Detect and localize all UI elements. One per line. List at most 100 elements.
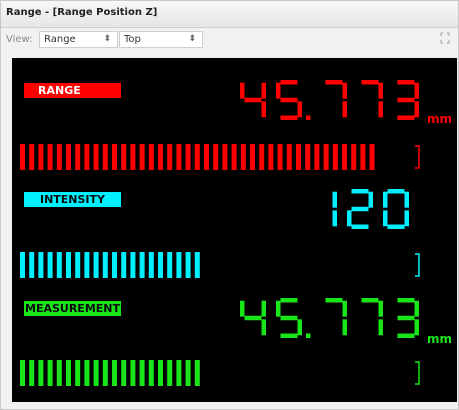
segment [414, 300, 419, 317]
bar-segment [121, 252, 127, 278]
bar-segment [240, 144, 246, 170]
bar-segment [167, 252, 173, 278]
intensity-bar [20, 252, 420, 278]
segment [361, 80, 379, 85]
segment [378, 319, 383, 336]
segment [397, 80, 415, 85]
bar-segment [38, 144, 44, 170]
segment [332, 191, 337, 208]
segment [325, 298, 343, 303]
segment [240, 82, 245, 99]
bar-segment [296, 144, 301, 170]
position-select-value: Top [124, 34, 141, 45]
bar-segment [102, 252, 108, 278]
bar-segment [139, 360, 145, 386]
bar-segment [102, 144, 108, 170]
bar-segment [194, 360, 200, 386]
bar-segment [29, 144, 35, 170]
readout-display: RANGE INTENSITY MEASUREMENT mm mm [12, 58, 457, 402]
bar-segment [185, 252, 191, 278]
bar-segment [130, 144, 136, 170]
window-title: Range - [Range Position Z] [6, 7, 158, 18]
maximize-icon[interactable] [440, 32, 450, 44]
bar-segment [84, 252, 90, 278]
bar-segment [130, 252, 136, 278]
range-bar [20, 144, 420, 170]
bar-segment [56, 252, 62, 278]
segment [332, 210, 337, 227]
segment [404, 210, 409, 227]
bar-segment [38, 252, 44, 278]
bar-segment [268, 144, 274, 170]
bar-segment [20, 252, 25, 278]
segment [280, 97, 298, 103]
segment [280, 115, 298, 120]
segment [397, 315, 415, 321]
bar-segment [185, 144, 191, 170]
measurement-bar [20, 360, 420, 386]
bar-segment [259, 144, 265, 170]
segment [261, 319, 266, 336]
bar-segment [369, 144, 375, 170]
toolbar: View: Range ⬍ Top ⬍ [1, 28, 458, 52]
segment [276, 82, 281, 99]
segment [397, 115, 415, 120]
segment [261, 101, 266, 118]
segment [351, 189, 369, 194]
bar-segment [66, 252, 71, 278]
range-window: Range - [Range Position Z] View: Range ⬍… [0, 0, 459, 410]
bar-segment [323, 144, 329, 170]
bar-segment [47, 360, 53, 386]
bar-segment [222, 144, 228, 170]
bar-segment [148, 144, 154, 170]
bar-segment [20, 144, 25, 170]
bar-segment [47, 252, 53, 278]
segment [414, 101, 419, 118]
intensity-value [332, 189, 409, 229]
segment [378, 101, 383, 118]
segment [280, 333, 298, 338]
bar-segment [121, 144, 127, 170]
bar-segment [158, 144, 163, 170]
bar-end-bracket [415, 145, 420, 169]
segment [414, 82, 419, 99]
bar-segment [148, 252, 154, 278]
segment [361, 298, 379, 303]
segment [397, 333, 415, 338]
measurement-value [240, 298, 419, 338]
bar-segment [286, 144, 292, 170]
bar-segment [176, 144, 182, 170]
bar-segment [167, 144, 173, 170]
bar-segment [66, 360, 71, 386]
bar-segment [47, 144, 53, 170]
segment [342, 300, 347, 317]
range-unit: mm [427, 112, 453, 126]
bar-segment [204, 144, 209, 170]
bar-segment [66, 144, 71, 170]
bar-segment [20, 360, 25, 386]
bar-segment [112, 252, 117, 278]
segment [404, 191, 409, 208]
segment [351, 206, 369, 212]
position-select[interactable]: Top ⬍ [119, 31, 203, 48]
segment [378, 82, 383, 99]
segment [280, 80, 298, 85]
display-graphics [20, 80, 420, 386]
segment [387, 189, 405, 194]
segment [297, 101, 302, 118]
segment [261, 300, 266, 317]
bar-segment [75, 360, 81, 386]
segment [280, 315, 298, 321]
bar-segment [158, 252, 163, 278]
view-select[interactable]: Range ⬍ [39, 31, 118, 48]
bar-segment [75, 252, 81, 278]
view-select-value: Range [44, 34, 76, 45]
bar-end-bracket [415, 253, 420, 277]
segment [342, 82, 347, 99]
bar-segment [112, 144, 117, 170]
segment [387, 224, 405, 229]
bar-segment [93, 360, 99, 386]
bar-segment [148, 360, 154, 386]
segment [244, 97, 262, 103]
bar-segment [167, 360, 173, 386]
